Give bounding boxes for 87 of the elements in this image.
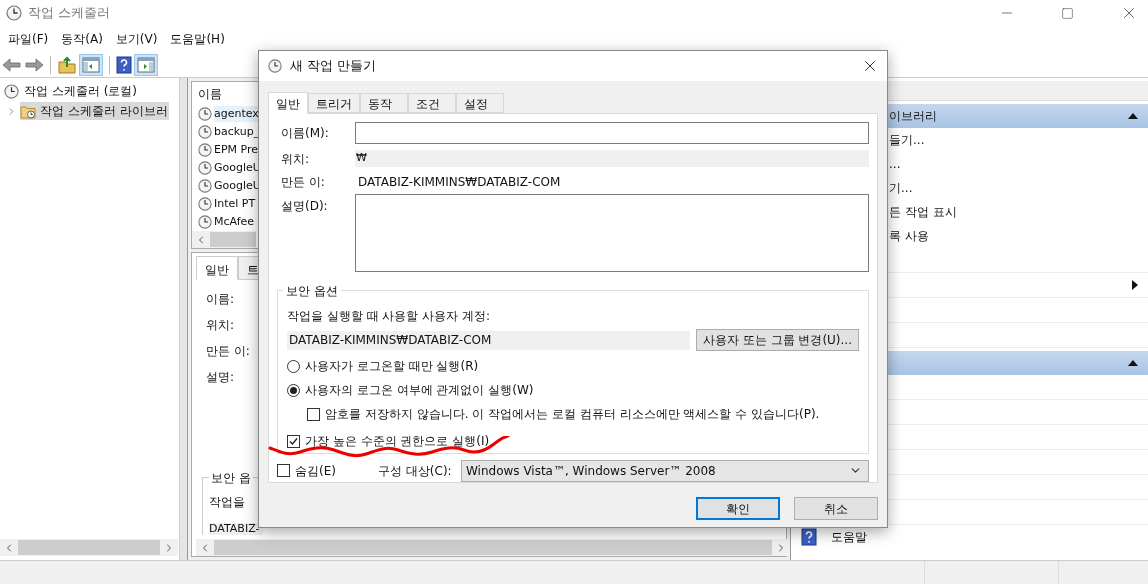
menu-item[interactable]: 동작(A) xyxy=(57,30,107,48)
dialog-clock-icon xyxy=(268,59,282,73)
field-label: 설명: xyxy=(206,370,235,384)
menu-item[interactable]: 파일(F) xyxy=(4,30,53,48)
option-label: 가장 높은 수준의 권한으로 실행(I) xyxy=(305,433,490,450)
app-clock-icon xyxy=(6,5,22,21)
submenu-arrow-icon[interactable] xyxy=(1132,280,1138,290)
task-icon xyxy=(198,215,212,229)
location-value: ₩ xyxy=(355,150,869,167)
option-label: 사용자의 로그온 여부에 관계없이 실행(W) xyxy=(305,382,534,399)
checkbox[interactable] xyxy=(307,407,320,421)
tab[interactable]: 설정 xyxy=(456,93,504,113)
task-icon xyxy=(198,161,212,175)
action-item[interactable]: 도움말 xyxy=(831,528,867,546)
account-name: DATABIZ- xyxy=(209,523,264,535)
action-item[interactable]: 들기... xyxy=(889,131,925,149)
tab[interactable]: 일반 xyxy=(268,92,308,114)
scrollbar-thumb[interactable] xyxy=(18,540,160,555)
help-button[interactable] xyxy=(116,55,132,74)
checkbox[interactable] xyxy=(287,434,300,448)
task-icon xyxy=(198,179,212,193)
scrollbar-thumb[interactable] xyxy=(210,232,256,247)
field-label: 이름(M): xyxy=(280,124,330,142)
dialog-button[interactable]: 취소 xyxy=(794,497,878,520)
help-icon xyxy=(801,528,817,546)
task-name[interactable]: backup_ xyxy=(214,123,260,141)
option-label: 사용자가 로그온할 때만 실행(R) xyxy=(305,358,479,375)
configure-dropdown[interactable]: Windows Vista™, Windows Server™ 2008 xyxy=(461,459,869,482)
dialog-title: 새 작업 만들기 xyxy=(290,57,377,76)
change-user-button[interactable]: 사용자 또는 그룹 변경(U)... xyxy=(695,329,859,351)
field-label: 만든 이: xyxy=(280,173,326,191)
account-value: DATABIZ-KIMMINS₩DATABIZ-COM xyxy=(287,330,690,350)
folder-up-icon[interactable] xyxy=(57,55,77,74)
horizontal-scrollbar[interactable] xyxy=(0,539,178,556)
collapse-icon[interactable] xyxy=(1128,360,1138,366)
field-label: 만든 이: xyxy=(206,344,250,358)
task-icon xyxy=(198,197,212,211)
task-icon xyxy=(198,125,212,139)
folder-clock-icon xyxy=(20,103,36,119)
field-label: 이름: xyxy=(206,292,235,306)
tab[interactable]: 조건 xyxy=(408,93,456,113)
field-label: 위치: xyxy=(280,150,311,168)
collapse-icon[interactable] xyxy=(1128,113,1138,119)
console-tree-toggle[interactable] xyxy=(79,53,103,76)
field-label: 위치: xyxy=(206,318,235,332)
horizontal-scrollbar[interactable] xyxy=(196,539,790,556)
menu-item[interactable]: 도움말(H) xyxy=(166,30,229,48)
action-item[interactable]: 록 사용 xyxy=(889,227,929,245)
task-icon xyxy=(198,107,212,121)
author-value: DATABIZ-KIMMINS₩DATABIZ-COM xyxy=(358,173,561,191)
splitter[interactable] xyxy=(180,78,188,560)
action-item[interactable]: 든 작업 표시 xyxy=(889,203,957,221)
option-label: 암호를 저장하지 않습니다. 이 작업에서는 로컬 컴퓨터 리소스에만 액세스할 수 있습니다(P). xyxy=(325,406,820,423)
dialog-button[interactable]: 확인 xyxy=(696,497,780,520)
account-label: 작업을 실행할 때 사용할 사용자 계정: xyxy=(287,308,492,325)
action-item[interactable]: ... xyxy=(889,155,901,173)
clock-icon xyxy=(4,83,19,99)
tab[interactable]: 동작 xyxy=(360,93,408,113)
action-pane-toggle[interactable] xyxy=(134,53,158,76)
back-arrow-icon[interactable] xyxy=(2,56,22,73)
column-header[interactable]: 이름 xyxy=(198,85,222,103)
window-title: 작업 스케줄러 xyxy=(28,4,111,23)
tree-item[interactable]: 작업 스케줄러 (로컬) xyxy=(23,82,138,100)
section-title: 이브러리 xyxy=(889,108,937,125)
account-label: 작업을 xyxy=(209,494,245,511)
option-label: 숨김(E) xyxy=(295,462,337,480)
menu-item[interactable]: 보기(V) xyxy=(111,30,162,48)
scrollbar-thumb[interactable] xyxy=(214,540,772,555)
name-field[interactable] xyxy=(355,121,869,144)
field-label: 설명(D): xyxy=(280,198,329,215)
task-name[interactable]: EPM Pre xyxy=(214,141,259,159)
tab[interactable]: 일반 xyxy=(196,256,238,280)
task-icon xyxy=(198,143,212,157)
task-name[interactable]: McAfee xyxy=(214,213,255,231)
action-item[interactable]: 기... xyxy=(889,179,913,197)
radio-button[interactable] xyxy=(287,383,300,397)
horizontal-scrollbar[interactable] xyxy=(192,231,256,248)
tree-item[interactable]: 작업 스케줄러 라이브러 xyxy=(20,102,169,120)
task-name[interactable]: Intel PT xyxy=(214,195,256,213)
task-name[interactable]: agentex xyxy=(214,105,259,123)
description-field[interactable] xyxy=(355,194,869,272)
forward-arrow-icon[interactable] xyxy=(24,56,44,73)
hidden-checkbox[interactable] xyxy=(277,464,290,477)
tab[interactable]: 트리거 xyxy=(308,93,360,113)
maximize-icon[interactable] xyxy=(1061,6,1074,20)
radio-button[interactable] xyxy=(287,359,300,373)
field-label: 구성 대상(C): xyxy=(378,462,453,480)
